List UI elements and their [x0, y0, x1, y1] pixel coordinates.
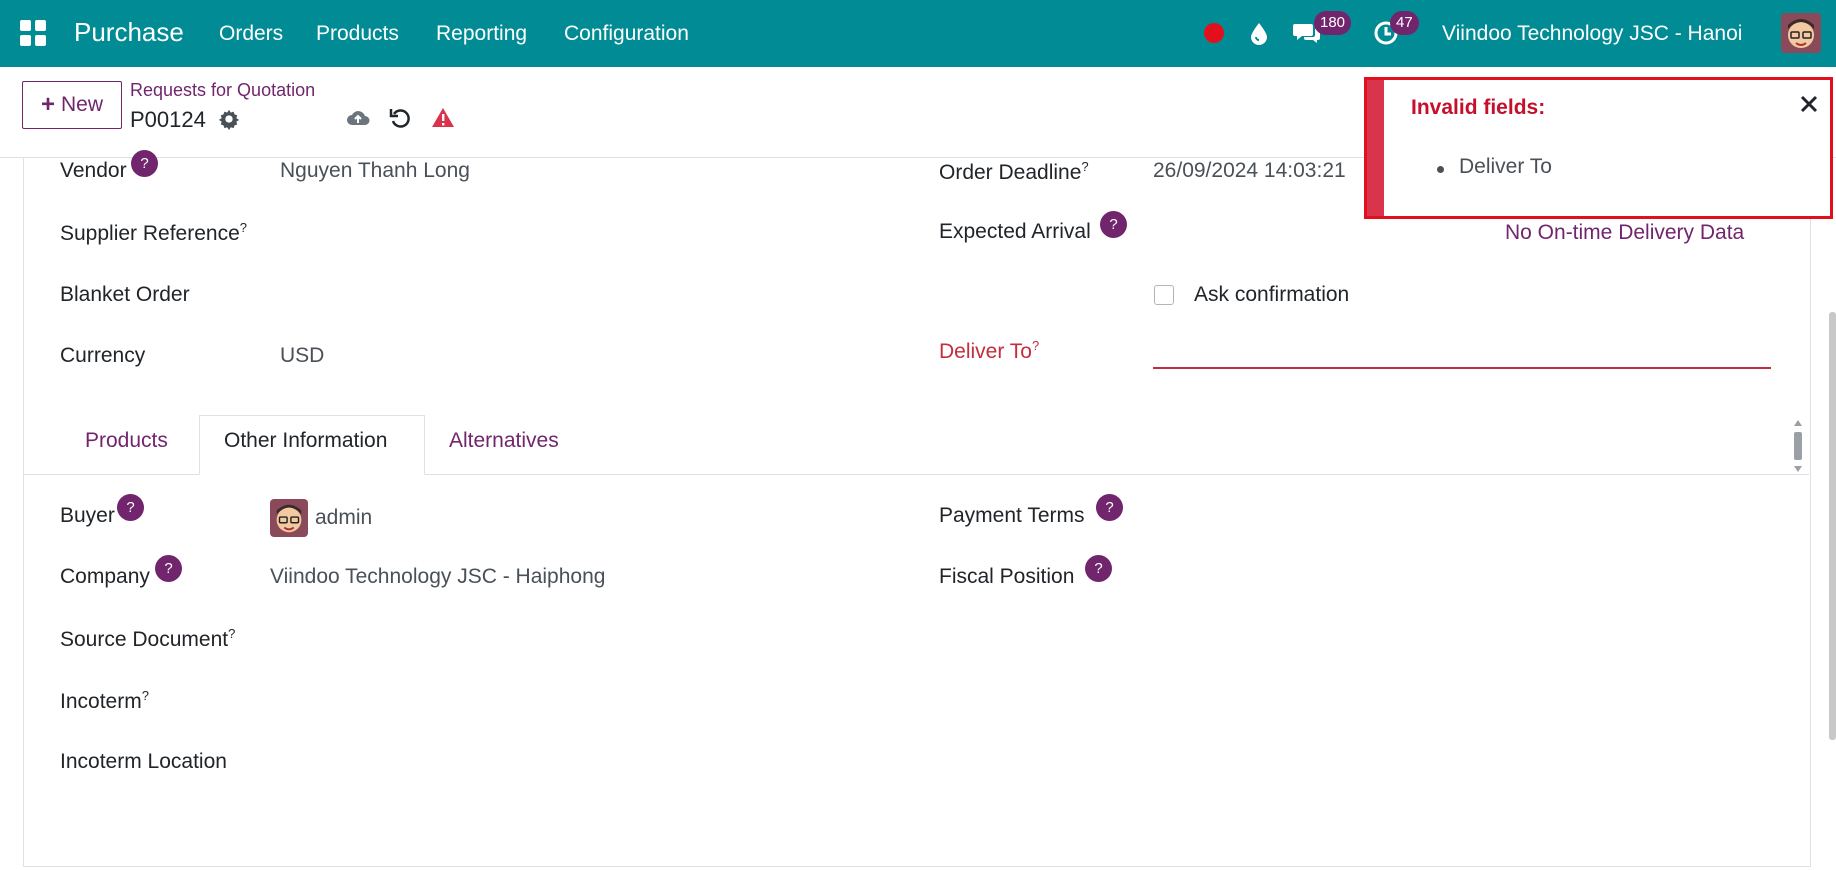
fiscal-position-help-icon[interactable]: ?	[1085, 555, 1112, 582]
bullet-icon	[1437, 166, 1444, 173]
ask-confirmation-label: Ask confirmation	[1194, 283, 1350, 306]
discard-icon[interactable]	[388, 105, 414, 131]
order-deadline-label: Order Deadline?	[939, 159, 1089, 184]
app-menu-icon[interactable]	[20, 20, 46, 46]
company-field[interactable]: Viindoo Technology JSC - Haiphong	[270, 565, 605, 589]
buyer-avatar	[270, 499, 308, 537]
order-deadline-field[interactable]: 26/09/2024 14:03:21	[1153, 159, 1346, 183]
payment-terms-help-icon[interactable]: ?	[1096, 494, 1123, 521]
payment-terms-label: Payment Terms	[939, 504, 1085, 527]
blanket-order-label: Blanket Order	[60, 283, 190, 306]
tab-alternatives[interactable]: Alternatives	[449, 429, 559, 453]
company-switcher[interactable]: Viindoo Technology JSC - Hanoi	[1442, 22, 1742, 46]
cloud-upload-icon[interactable]	[345, 105, 371, 131]
deliver-to-field[interactable]	[1153, 367, 1771, 369]
supplier-reference-label: Supplier Reference?	[60, 220, 248, 245]
tab-products[interactable]: Products	[85, 429, 168, 453]
menu-products[interactable]: Products	[316, 22, 399, 46]
menu-orders[interactable]: Orders	[219, 22, 283, 46]
deliver-to-label: Deliver To?	[939, 338, 1040, 363]
tab-other-information[interactable]: Other Information	[224, 429, 387, 453]
gear-icon[interactable]	[218, 108, 240, 130]
new-button-label: New	[61, 93, 104, 116]
on-time-delivery-link[interactable]: No On-time Delivery Data	[1505, 221, 1744, 245]
drop-icon[interactable]	[1246, 20, 1272, 46]
incoterm-label: Incoterm?	[60, 688, 149, 713]
notification-item: Deliver To	[1459, 155, 1552, 178]
buyer-field[interactable]: admin	[315, 506, 372, 530]
close-icon[interactable]	[1797, 92, 1821, 116]
source-document-label: Source Document?	[60, 626, 236, 651]
company-label: Company	[60, 565, 150, 588]
vendor-help-icon[interactable]: ?	[131, 150, 158, 177]
vendor-label: Vendor	[60, 159, 127, 182]
expected-arrival-label: Expected Arrival	[939, 220, 1091, 243]
top-navbar: Purchase Orders Products Reporting Confi…	[0, 0, 1836, 67]
record-name: P00124	[130, 107, 206, 132]
messages-badge: 180	[1314, 11, 1352, 35]
breadcrumb-parent[interactable]: Requests for Quotation	[130, 80, 315, 101]
ask-confirmation-checkbox[interactable]	[1154, 285, 1174, 305]
user-avatar[interactable]	[1781, 13, 1821, 53]
notification-accent-bar	[1367, 80, 1384, 216]
tab-scrollbar[interactable]	[1793, 420, 1803, 472]
warning-icon	[432, 108, 454, 127]
buyer-help-icon[interactable]: ?	[117, 494, 144, 521]
page-scrollbar[interactable]	[1829, 312, 1836, 740]
record-icon[interactable]	[1201, 20, 1227, 46]
expected-arrival-help-icon[interactable]: ?	[1100, 211, 1127, 238]
menu-reporting[interactable]: Reporting	[436, 22, 527, 46]
vendor-field[interactable]: Nguyen Thanh Long	[280, 159, 470, 183]
currency-field[interactable]: USD	[280, 344, 324, 368]
company-help-icon[interactable]: ?	[155, 555, 182, 582]
buyer-label: Buyer	[60, 504, 115, 527]
activities-badge: 47	[1390, 11, 1419, 35]
fiscal-position-label: Fiscal Position	[939, 565, 1075, 588]
plus-icon: +	[40, 91, 55, 118]
notification-title: Invalid fields:	[1411, 96, 1546, 119]
incoterm-location-label: Incoterm Location	[60, 750, 227, 773]
menu-configuration[interactable]: Configuration	[564, 22, 689, 46]
invalid-fields-notification: Invalid fields: Deliver To	[1364, 77, 1833, 219]
new-button[interactable]: + New	[22, 81, 122, 129]
app-name[interactable]: Purchase	[74, 17, 184, 48]
currency-label: Currency	[60, 344, 146, 367]
